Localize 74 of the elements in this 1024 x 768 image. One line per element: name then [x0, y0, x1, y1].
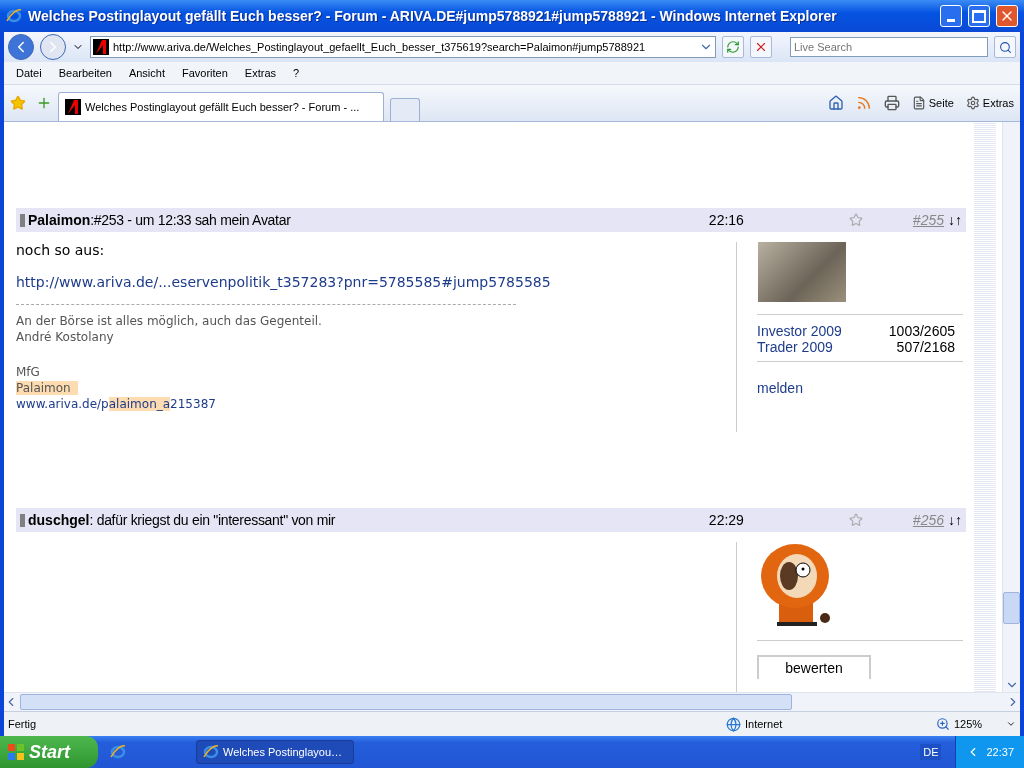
rate-button[interactable]: bewerten — [757, 655, 871, 679]
refresh-button[interactable] — [722, 36, 744, 58]
signature-link[interactable]: www.ariva.de/palaimon_a215387 — [16, 396, 736, 412]
vertical-scrollbar[interactable] — [1002, 122, 1020, 692]
new-tab-button[interactable] — [390, 98, 420, 121]
page-icon — [911, 96, 926, 110]
scrollbar-thumb[interactable] — [20, 694, 792, 710]
minimize-button[interactable] — [940, 5, 962, 27]
scrollbar-thumb[interactable] — [1003, 592, 1020, 624]
maximize-button[interactable] — [968, 5, 990, 27]
add-favorite-icon[interactable] — [36, 95, 52, 111]
windows-logo-icon — [8, 744, 24, 760]
browser-shortcut-icon — [110, 744, 126, 760]
marker-icon — [20, 513, 25, 527]
search-icon — [998, 40, 1012, 54]
site-logo-icon — [93, 39, 109, 55]
menu-item[interactable]: ? — [293, 67, 300, 79]
address-field[interactable]: http://www.ariva.de/Welches_Postinglayout_gefaellt_Euch_besser_t375619?search=Palaimon#jump5788921 — [90, 36, 716, 58]
language-indicator[interactable]: DE — [920, 744, 942, 760]
feed-icon[interactable] — [855, 95, 872, 111]
menu-item[interactable]: Extras — [244, 67, 277, 79]
tools-menu-button[interactable]: Extras — [965, 96, 1014, 110]
security-zone: Internet — [726, 716, 936, 732]
marker-icon — [20, 213, 25, 227]
browser-tab[interactable]: Welches Postinglayout gefällt Euch besser? - Forum - ... — [58, 92, 384, 121]
printer-icon[interactable] — [883, 95, 900, 111]
search-field[interactable]: Live Search — [790, 37, 988, 57]
search-button[interactable] — [994, 36, 1016, 58]
browser-logo-icon — [6, 8, 22, 24]
menu-item[interactable]: Favoriten — [182, 67, 228, 79]
post-time: 22:29 — [708, 512, 745, 528]
signature-text: André Kostolany — [16, 329, 115, 345]
post-navigation-arrows[interactable]: ↓↑ — [948, 212, 962, 228]
stat-value: 1003/2605 — [888, 323, 955, 339]
post-subject: :#253 - um 12:33 sah mein Avatar — [90, 212, 291, 228]
report-link[interactable]: melden — [757, 380, 963, 396]
menu-item[interactable]: Bearbeiten — [58, 67, 112, 79]
horizontal-scrollbar[interactable] — [4, 692, 1020, 711]
refresh-icon — [726, 40, 740, 54]
clock: 22:37 — [986, 746, 1014, 758]
caret-icon[interactable] — [1006, 719, 1016, 729]
gear-icon — [965, 96, 980, 110]
favorites-star-icon[interactable] — [10, 95, 26, 111]
post-link[interactable]: http://www.ariva.de/...eservenpolitik_t357283?pnr=5785585#jump5785585 — [16, 274, 736, 290]
signature-name: Palaimon — [16, 380, 736, 396]
post-text: noch so aus: — [16, 242, 106, 258]
stop-button[interactable] — [750, 36, 772, 58]
window-title: Welches Postinglayout gefällt Euch besser? - Forum - ARIVA.DE#jump5788921#jump5788921 - Windows Internet Explorer — [28, 8, 838, 24]
forward-button[interactable] — [40, 34, 66, 60]
star-icon[interactable] — [848, 213, 863, 227]
post-author[interactable]: Palaimon — [28, 212, 91, 228]
post-navigation-arrows[interactable]: ↓↑ — [948, 512, 962, 528]
status-text: Fertig — [8, 718, 38, 730]
site-logo-icon — [65, 99, 81, 115]
menu-item[interactable]: Datei — [16, 67, 42, 79]
zoom-icon — [936, 717, 950, 731]
post-subject: : dafür kriegst du ein "interessant" von mir — [89, 512, 336, 528]
taskbar-window-button[interactable]: Welches Postinglayou… — [196, 740, 354, 764]
signature-text: An der Börse ist alles möglich, auch das Gegenteil. — [16, 313, 323, 329]
stat-value: 507/2168 — [896, 339, 955, 355]
menu-item[interactable]: Ansicht — [128, 67, 165, 79]
home-icon[interactable] — [827, 95, 844, 111]
back-button[interactable] — [8, 34, 34, 60]
stat-label-link[interactable]: Trader 2009 — [757, 339, 833, 355]
page-menu-button[interactable]: Seite — [911, 96, 954, 110]
zoom-control[interactable]: 125% — [936, 717, 1006, 731]
stat-label-link[interactable]: Investor 2009 — [757, 323, 842, 339]
signature-text: MfG — [16, 364, 41, 380]
post-time: 22:16 — [708, 212, 745, 228]
stop-icon — [754, 40, 768, 54]
close-button[interactable] — [996, 5, 1018, 27]
browser-logo-icon — [203, 744, 219, 760]
globe-icon — [726, 716, 741, 732]
star-icon[interactable] — [848, 513, 863, 527]
